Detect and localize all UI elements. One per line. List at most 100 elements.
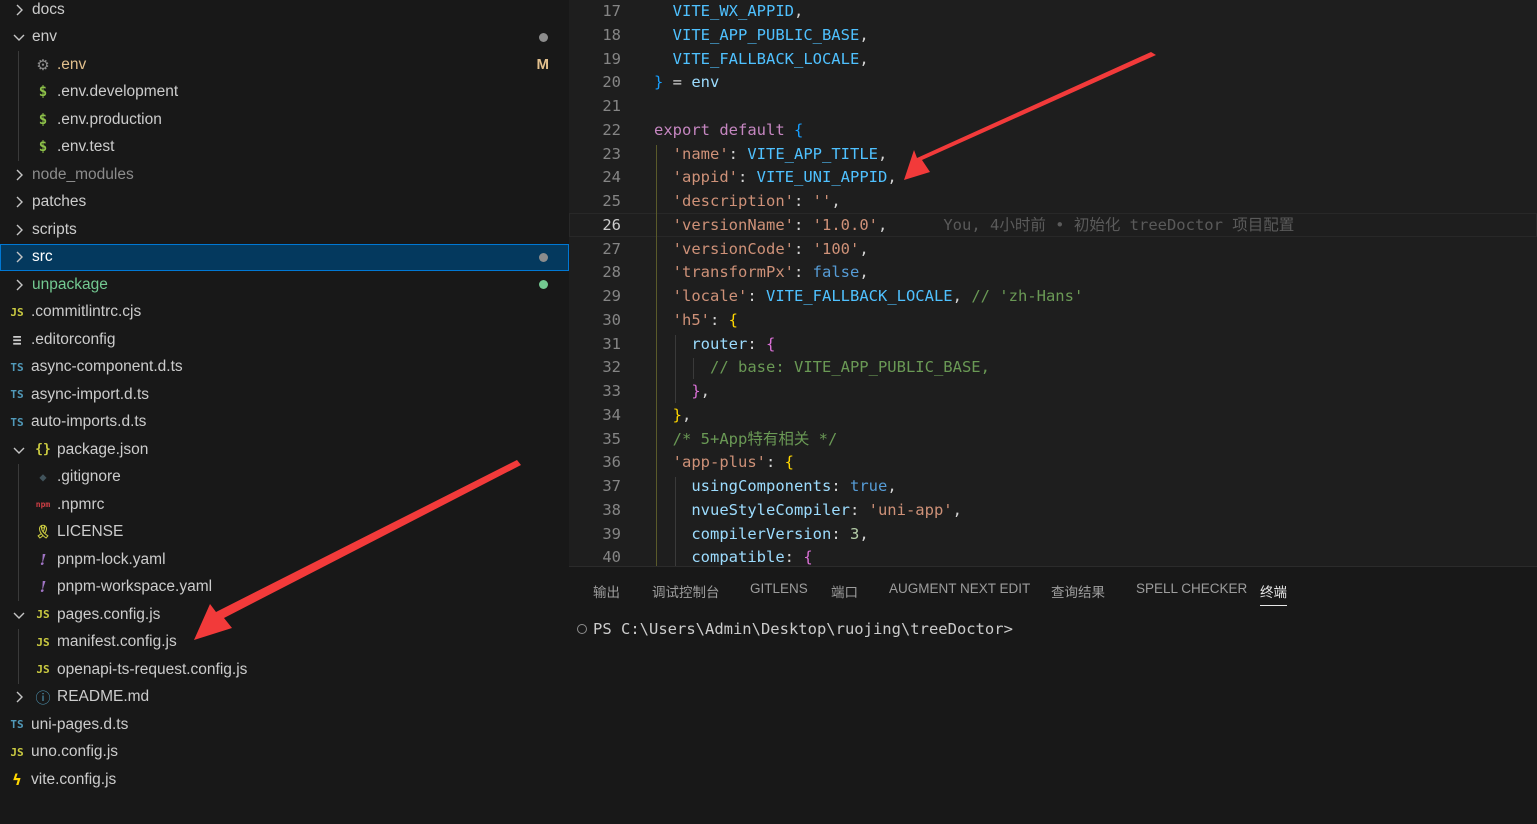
code-line[interactable]: 26 'versionName': '1.0.0', You, 4小时前 • 初… xyxy=(569,212,1537,237)
code-token: 'name' xyxy=(672,144,729,163)
ts-icon: TS xyxy=(10,360,24,374)
tree-item-package-json[interactable]: {} package.json xyxy=(0,436,569,463)
panel-tab-0[interactable]: 输出 xyxy=(593,581,620,601)
tree-item-commitlintrc-cjs[interactable]: JS .commitlintrc.cjs xyxy=(0,299,569,326)
panel-tab-2[interactable]: GITLENS xyxy=(750,581,808,596)
tree-item-openapi-ts-request-config-js[interactable]: JS openapi-ts-request.config.js xyxy=(0,656,569,683)
code-line[interactable]: 24 'appid': VITE_UNI_APPID, xyxy=(569,165,1537,189)
tree-item-editorconfig[interactable]: ≡ .editorconfig xyxy=(0,326,569,353)
tree-item-env[interactable]: ⚙ .env M xyxy=(0,51,569,78)
code-token: 'versionCode' xyxy=(672,239,794,258)
tree-item-async-component-d-ts[interactable]: TS async-component.d.ts xyxy=(0,354,569,381)
tree-item-license[interactable]: 🎗 LICENSE xyxy=(0,519,569,546)
code-line[interactable]: 38 nvueStyleCompiler: 'uni-app', xyxy=(569,498,1537,522)
code-line[interactable]: 17 VITE_WX_APPID, xyxy=(569,0,1537,23)
tree-item-env-test[interactable]: $ .env.test xyxy=(0,134,569,161)
chevron-right-icon[interactable] xyxy=(12,168,26,182)
code-line[interactable]: 30 'h5': { xyxy=(569,308,1537,332)
code-token: , xyxy=(682,405,692,424)
code-text: 'app-plus': { xyxy=(654,450,794,474)
chevron-right-icon[interactable] xyxy=(12,223,26,237)
tree-item-scripts[interactable]: scripts xyxy=(0,216,569,243)
chevron-down-icon[interactable] xyxy=(12,608,26,622)
chevron-right-icon[interactable] xyxy=(12,278,26,292)
tree-item-async-import-d-ts[interactable]: TS async-import.d.ts xyxy=(0,381,569,408)
code-line[interactable]: 18 VITE_APP_PUBLIC_BASE, xyxy=(569,23,1537,47)
panel-tab-6[interactable]: SPELL CHECKER xyxy=(1136,581,1247,596)
code-line[interactable]: 20} = env xyxy=(569,70,1537,94)
code-line[interactable]: 36 'app-plus': { xyxy=(569,450,1537,474)
code-line[interactable]: 40 compatible: { xyxy=(569,545,1537,566)
code-text: } = env xyxy=(654,70,719,94)
tree-item-uni-pages-d-ts[interactable]: TS uni-pages.d.ts xyxy=(0,711,569,738)
chevron-down-icon[interactable] xyxy=(12,443,26,457)
code-line[interactable]: 35 /* 5+App特有相关 */ xyxy=(569,427,1537,451)
panel-tab-5[interactable]: 查询结果 xyxy=(1051,581,1105,601)
tree-item-pnpm-lock-yaml[interactable]: ! pnpm-lock.yaml xyxy=(0,546,569,573)
code-line[interactable]: 19 VITE_FALLBACK_LOCALE, xyxy=(569,47,1537,71)
chevron-down-icon[interactable] xyxy=(12,30,26,44)
chevron-right-icon[interactable] xyxy=(12,250,26,264)
tree-item-env-production[interactable]: $ .env.production xyxy=(0,106,569,133)
tree-item-gitignore[interactable]: ◆ .gitignore xyxy=(0,464,569,491)
tree-item-label: env xyxy=(32,28,57,45)
code-token: router xyxy=(691,334,748,353)
tree-item-auto-imports-d-ts[interactable]: TS auto-imports.d.ts xyxy=(0,409,569,436)
tree-item-readme-md[interactable]: ⓘ README.md xyxy=(0,684,569,711)
panel-tab-7[interactable]: 终端 xyxy=(1260,581,1287,606)
code-editor[interactable]: 17 VITE_WX_APPID, 18 VITE_APP_PUBLIC_BASE… xyxy=(569,0,1537,566)
code-token: '1.0.0' xyxy=(812,215,878,234)
chevron-right-icon[interactable] xyxy=(12,3,26,17)
tree-item-pages-config-js[interactable]: JS pages.config.js xyxy=(0,601,569,628)
chevron-right-icon[interactable] xyxy=(12,690,26,704)
line-number: 25 xyxy=(602,192,621,210)
code-line[interactable]: 21 xyxy=(569,94,1537,118)
tree-item-docs[interactable]: docs xyxy=(0,0,569,23)
code-line[interactable]: 37 usingComponents: true, xyxy=(569,474,1537,498)
tree-item-vite-config-js[interactable]: ϟ vite.config.js xyxy=(0,766,569,793)
tree-item-src[interactable]: src xyxy=(0,243,569,271)
code-text: /* 5+App特有相关 */ xyxy=(654,427,838,451)
code-line[interactable]: 39 compilerVersion: 3, xyxy=(569,522,1537,546)
code-line[interactable]: 23 'name': VITE_APP_TITLE, xyxy=(569,142,1537,166)
code-line[interactable]: 31 router: { xyxy=(569,332,1537,356)
tree-item-patches[interactable]: patches xyxy=(0,189,569,216)
code-line[interactable]: 27 'versionCode': '100', xyxy=(569,237,1537,261)
js-icon: JS xyxy=(10,745,24,759)
code-line[interactable]: 22 export default { xyxy=(569,118,1537,142)
tree-item-label: .env xyxy=(57,55,87,73)
line-number: 35 xyxy=(602,429,621,448)
exclaim-icon: ! xyxy=(39,578,47,596)
code-token: , xyxy=(878,215,888,234)
bolt-icon: ϟ xyxy=(12,770,22,789)
code-token: '' xyxy=(812,192,832,210)
code-line[interactable]: 25 'description': '', xyxy=(569,189,1537,213)
tree-item-manifest-config-js[interactable]: JS manifest.config.js xyxy=(0,629,569,656)
code-line[interactable]: 32 // base: VITE_APP_PUBLIC_BASE, xyxy=(569,355,1537,379)
code-line[interactable]: 28 'transformPx': false, xyxy=(569,260,1537,284)
terminal-line[interactable]: PS C:\Users\Admin\Desktop\ruojing\treeDo… xyxy=(577,620,1013,638)
tree-item-env[interactable]: env xyxy=(0,24,569,51)
panel-tab-3[interactable]: 端口 xyxy=(831,581,858,601)
panel-tab-4[interactable]: AUGMENT NEXT EDIT xyxy=(889,581,1030,596)
code-token: : xyxy=(849,500,869,519)
chevron-right-icon[interactable] xyxy=(12,195,26,209)
code-line[interactable]: 29 'locale': VITE_FALLBACK_LOCALE, // 'z… xyxy=(569,284,1537,308)
tree-item-node-modules[interactable]: node_modules xyxy=(0,161,569,188)
tree-item-unpackage[interactable]: unpackage xyxy=(0,271,569,298)
tree-item-env-development[interactable]: $ .env.development xyxy=(0,79,569,106)
code-line[interactable]: 33 }, xyxy=(569,379,1537,403)
tree-item-uno-config-js[interactable]: JS uno.config.js xyxy=(0,739,569,766)
tree-item-pnpm-workspace-yaml[interactable]: ! pnpm-workspace.yaml xyxy=(0,574,569,601)
code-text: export default { xyxy=(654,118,803,142)
code-line[interactable]: 34 }, xyxy=(569,403,1537,427)
code-token: VITE_UNI_APPID xyxy=(756,168,888,187)
code-token: : xyxy=(831,477,850,495)
terminal-prompt: PS C:\Users\Admin\Desktop\ruojing\treeDo… xyxy=(593,620,1013,638)
tree-item-label: uni-pages.d.ts xyxy=(31,715,129,733)
tree-item-npmrc[interactable]: npm .npmrc xyxy=(0,491,569,518)
panel-tab-1[interactable]: 调试控制台 xyxy=(652,581,720,601)
ts-icon: TS xyxy=(10,388,24,401)
